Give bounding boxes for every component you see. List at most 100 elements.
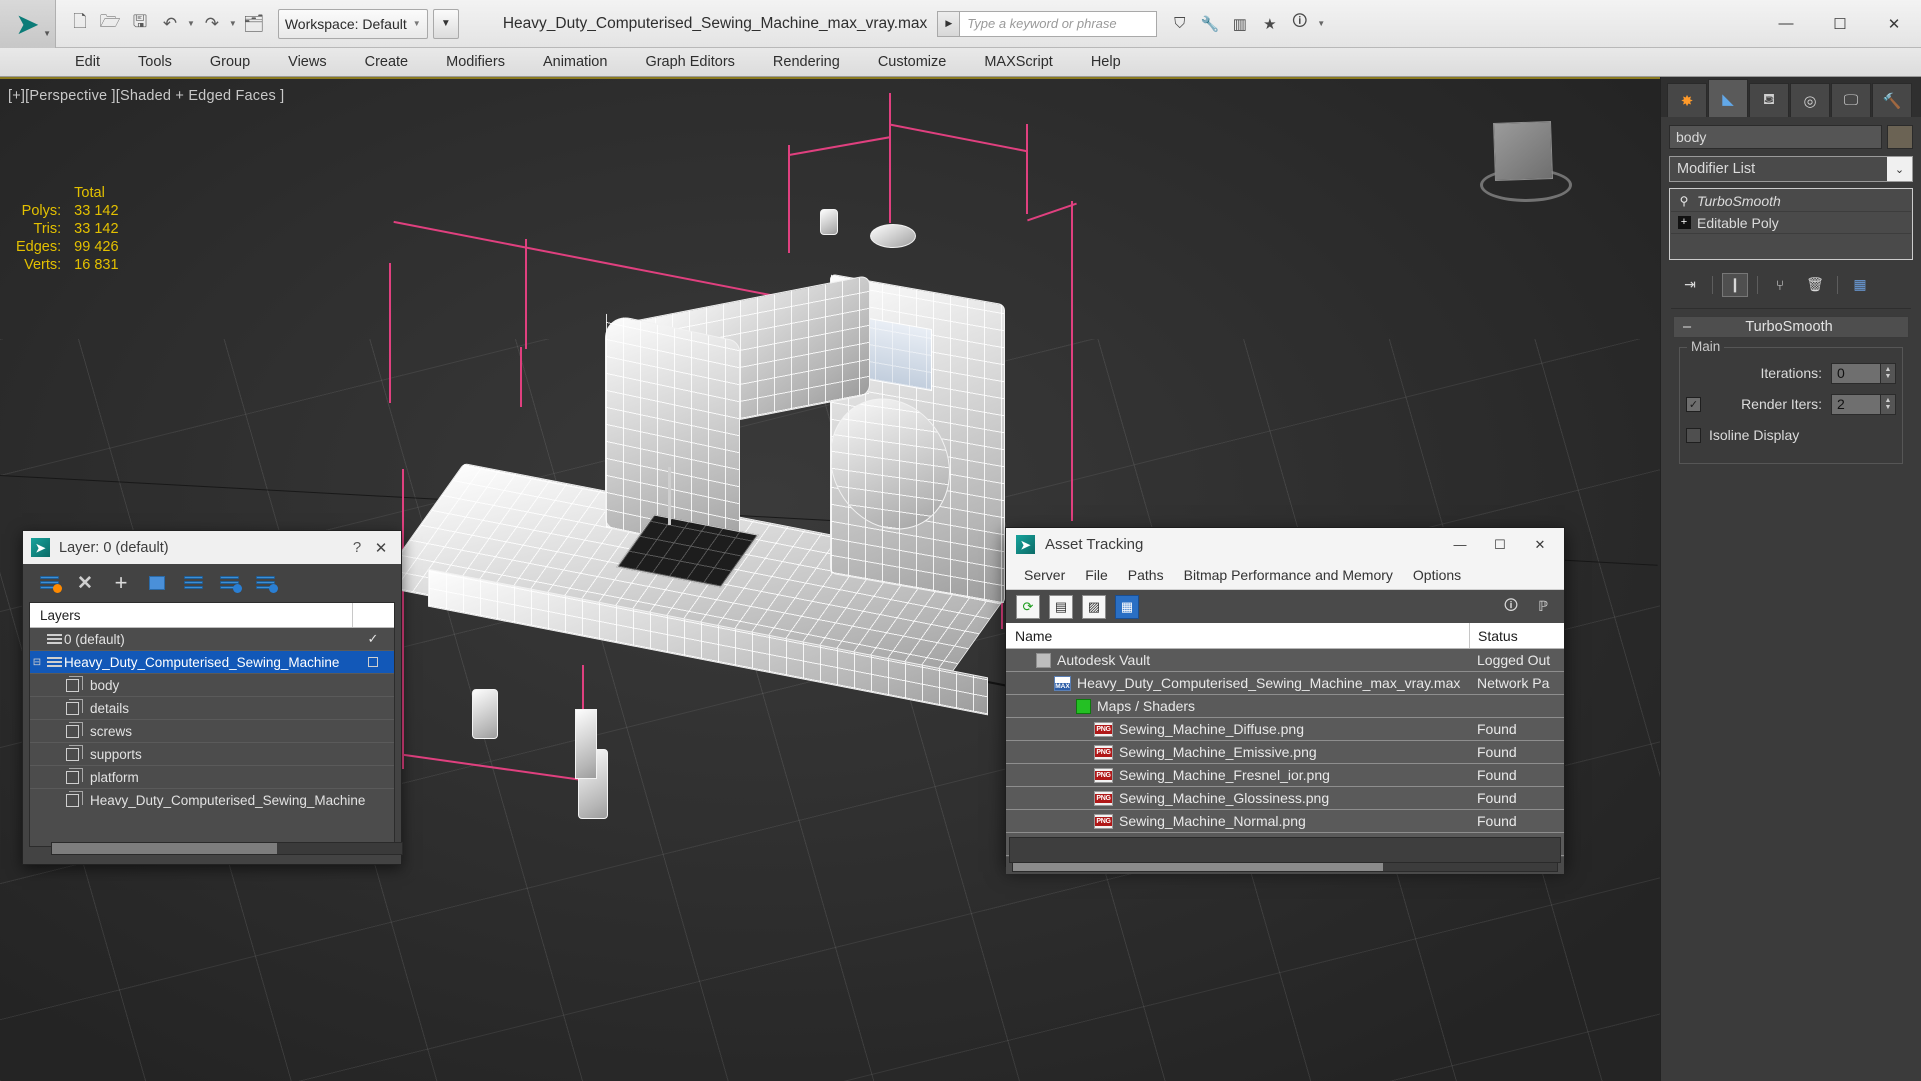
- search-input[interactable]: Type a keyword or phrase: [959, 10, 1158, 37]
- turbosmooth-rollout-header[interactable]: – TurboSmooth: [1673, 316, 1909, 338]
- layer-hide-toggle[interactable]: [352, 657, 394, 667]
- delete-layer-button[interactable]: ✕: [73, 571, 97, 595]
- render-iters-spinner[interactable]: ▲ ▼: [1881, 393, 1896, 415]
- highlight-selected-objects-button[interactable]: [217, 571, 242, 595]
- close-icon[interactable]: ✕: [369, 539, 393, 557]
- menu-maxscript[interactable]: MAXScript: [965, 48, 1072, 77]
- render-iters-field[interactable]: 2: [1831, 393, 1881, 415]
- isoline-display-checkbox[interactable]: [1686, 427, 1701, 443]
- minimize-button[interactable]: —: [1440, 528, 1480, 561]
- application-menu-button[interactable]: ➤ ▼: [0, 0, 56, 48]
- table-row[interactable]: Maps / Shaders: [1006, 695, 1564, 718]
- menu-graph-editors[interactable]: Graph Editors: [626, 48, 753, 77]
- add-selection-button[interactable]: +: [109, 570, 133, 595]
- tab-utilities[interactable]: 🔨: [1872, 83, 1912, 117]
- redo-button[interactable]: ↷: [198, 9, 226, 39]
- workspace-dropdown-button[interactable]: ▼: [432, 8, 459, 39]
- light-bulb-icon[interactable]: ⚲: [1671, 194, 1697, 208]
- refresh-button[interactable]: ⟳: [1016, 594, 1040, 619]
- asset-tracking-dialog[interactable]: ➤ Asset Tracking — ☐ ✕ Server File Paths…: [1005, 527, 1565, 874]
- menu-create[interactable]: Create: [346, 48, 428, 77]
- redo-dropdown-icon[interactable]: ▼: [228, 19, 238, 28]
- tab-motion[interactable]: ◎: [1790, 83, 1830, 117]
- help-icon[interactable]: 🛈: [1286, 10, 1313, 38]
- menu-bitmap-performance-and-memory[interactable]: Bitmap Performance and Memory: [1174, 567, 1403, 583]
- view-cube-box[interactable]: [1493, 121, 1553, 181]
- layer-properties-dialog[interactable]: ➤ Layer: 0 (default) ? ✕ ✕ + Layers 0 (d…: [22, 530, 403, 865]
- column-header-status[interactable]: Status: [1469, 623, 1564, 648]
- new-file-button[interactable]: 🗋: [66, 9, 94, 39]
- view-cube[interactable]: [1480, 114, 1572, 206]
- layer-settings-button[interactable]: [253, 571, 278, 595]
- modifier-stack-item-editable-poly[interactable]: + Editable Poly: [1671, 212, 1911, 234]
- list-view-button[interactable]: ▤: [1049, 594, 1073, 619]
- list-item[interactable]: supports: [30, 743, 394, 766]
- iterations-field[interactable]: 0: [1831, 362, 1881, 384]
- info-icon[interactable]: ℙ: [1532, 596, 1554, 618]
- object-color-swatch[interactable]: [1887, 125, 1913, 149]
- close-button[interactable]: ✕: [1520, 528, 1560, 561]
- layer-list[interactable]: Layers 0 (default) ✓ ⊟ Heavy_Duty_Comput…: [29, 602, 395, 847]
- modifier-stack-item-turbosmooth[interactable]: ⚲ TurboSmooth: [1671, 190, 1911, 212]
- menu-options[interactable]: Options: [1403, 567, 1471, 583]
- layer-list-horizontal-scrollbar[interactable]: [51, 842, 403, 855]
- viewport-label[interactable]: [+][Perspective ][Shaded + Edged Faces ]: [8, 88, 284, 104]
- modifier-list-dropdown[interactable]: Modifier List ⌄: [1669, 156, 1913, 182]
- collapse-icon[interactable]: ⊟: [30, 657, 44, 668]
- list-item[interactable]: Heavy_Duty_Computerised_Sewing_Machine: [30, 789, 394, 812]
- render-iters-checkbox[interactable]: ✓: [1686, 396, 1701, 412]
- table-row[interactable]: PNG Sewing_Machine_Fresnel_ior.png Found: [1006, 764, 1564, 787]
- list-item[interactable]: body: [30, 674, 394, 697]
- menu-group[interactable]: Group: [191, 48, 269, 77]
- tab-hierarchy[interactable]: ⛾: [1749, 83, 1789, 117]
- menu-paths[interactable]: Paths: [1118, 567, 1174, 583]
- remove-modifier-button[interactable]: 🗑: [1802, 273, 1828, 297]
- make-unique-button[interactable]: ⑂: [1767, 273, 1793, 297]
- help-icon[interactable]: ?: [345, 539, 369, 556]
- object-name-field[interactable]: body: [1669, 125, 1882, 149]
- detail-view-button[interactable]: ▨: [1082, 594, 1106, 619]
- menu-tools[interactable]: Tools: [119, 48, 191, 77]
- menu-views[interactable]: Views: [269, 48, 345, 77]
- save-file-button[interactable]: 🖫: [126, 9, 154, 39]
- menu-customize[interactable]: Customize: [859, 48, 966, 77]
- menu-edit[interactable]: Edit: [56, 48, 119, 77]
- table-row[interactable]: PNG Sewing_Machine_Normal.png Found: [1006, 810, 1564, 833]
- modifier-stack[interactable]: ⚲ TurboSmooth + Editable Poly: [1669, 188, 1913, 260]
- menu-file[interactable]: File: [1075, 567, 1118, 583]
- undo-dropdown-icon[interactable]: ▼: [186, 19, 196, 28]
- list-item[interactable]: ⊟ Heavy_Duty_Computerised_Sewing_Machine: [30, 651, 394, 674]
- undo-button[interactable]: ↶: [156, 9, 184, 39]
- close-button[interactable]: ✕: [1867, 0, 1921, 48]
- help-question-icon[interactable]: 🛈: [1500, 596, 1522, 618]
- expand-plus-icon[interactable]: +: [1671, 216, 1697, 229]
- menu-rendering[interactable]: Rendering: [754, 48, 859, 77]
- select-highlighted-layer-button[interactable]: [181, 571, 205, 595]
- project-folder-button[interactable]: 🗂: [240, 9, 268, 39]
- binoculars-search-icon[interactable]: ⛉: [1166, 10, 1193, 38]
- list-item[interactable]: 0 (default) ✓: [30, 628, 394, 651]
- search-dropdown-button[interactable]: ▶: [937, 10, 960, 37]
- layers-icon[interactable]: ▥: [1226, 10, 1253, 38]
- table-row[interactable]: PNG Sewing_Machine_Emissive.png Found: [1006, 741, 1564, 764]
- show-end-result-button[interactable]: ❙: [1722, 272, 1748, 297]
- table-row[interactable]: PNG Sewing_Machine_Glossiness.png Found: [1006, 787, 1564, 810]
- maximize-button[interactable]: ☐: [1480, 528, 1520, 561]
- sewing-machine-model[interactable]: [376, 149, 1050, 849]
- tab-create[interactable]: ✸: [1667, 83, 1707, 117]
- table-row[interactable]: Autodesk Vault Logged Out: [1006, 649, 1564, 672]
- list-item[interactable]: screws: [30, 720, 394, 743]
- create-new-layer-button[interactable]: [37, 571, 62, 595]
- menu-server[interactable]: Server: [1014, 567, 1075, 583]
- workspace-selector[interactable]: Workspace: Default ▼: [277, 8, 428, 39]
- wrench-icon[interactable]: 🔧: [1196, 10, 1223, 38]
- menu-modifiers[interactable]: Modifiers: [427, 48, 524, 77]
- asset-table-body[interactable]: Autodesk Vault Logged Out MAX Heavy_Duty…: [1006, 649, 1564, 857]
- configure-modifier-sets-button[interactable]: ▦: [1847, 273, 1873, 297]
- list-item[interactable]: platform: [30, 766, 394, 789]
- menu-animation[interactable]: Animation: [524, 48, 626, 77]
- pin-stack-button[interactable]: ⇥: [1677, 273, 1703, 297]
- select-objects-in-layer-button[interactable]: [145, 571, 169, 595]
- table-row[interactable]: MAX Heavy_Duty_Computerised_Sewing_Machi…: [1006, 672, 1564, 695]
- maximize-button[interactable]: ☐: [1813, 0, 1867, 48]
